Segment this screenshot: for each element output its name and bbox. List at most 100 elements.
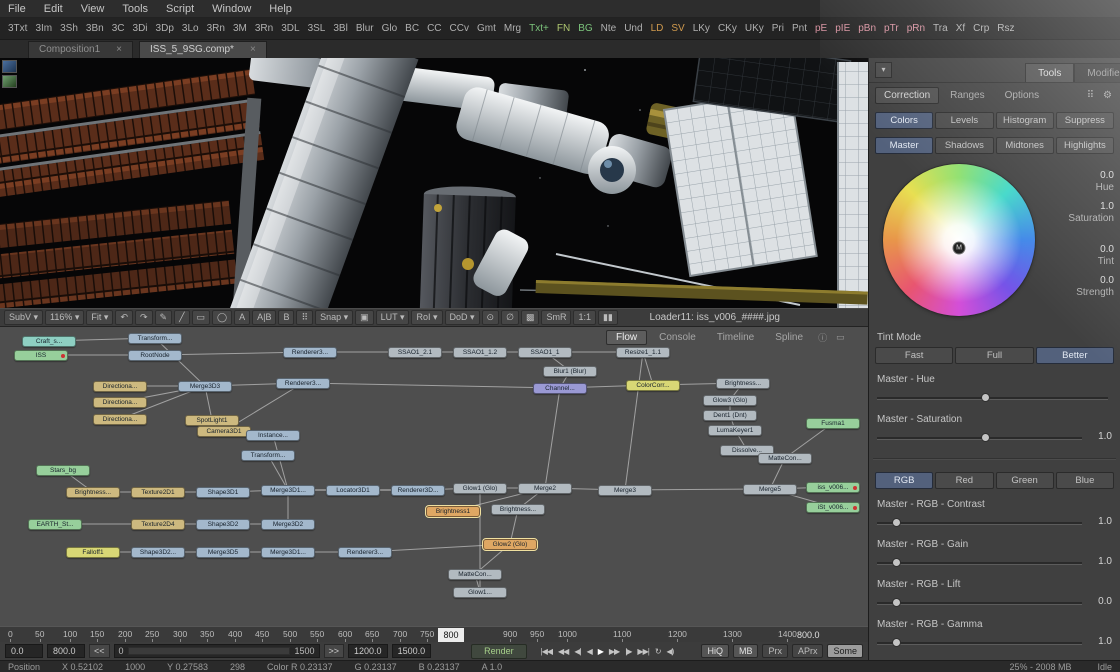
flow-node[interactable]: Shape3D1 [196,487,250,498]
play-reverse-button[interactable]: ◀ [587,647,592,656]
tool-FN[interactable]: FN [553,23,574,34]
fast-forward-button[interactable]: ▶▶ [609,647,619,656]
menu-edit[interactable]: Edit [44,3,63,15]
flow-node[interactable]: Merge3 [598,485,652,496]
range-midtones-button[interactable]: Midtones [996,137,1054,154]
flow-node[interactable]: iSt_v006... [806,502,860,513]
quality-prx[interactable]: Prx [762,644,788,658]
comp-tab[interactable]: ISS_5_9SG.comp*× [139,41,267,58]
quality-hiq[interactable]: HiQ [701,644,729,658]
channel-blue-button[interactable]: Blue [1056,472,1114,489]
menu-tools[interactable]: Tools [122,3,148,15]
flow-node[interactable]: Renderer3... [283,347,337,358]
loop-button[interactable]: ↻ [655,647,661,656]
flow-node[interactable]: Instance... [246,430,300,441]
tool-LKy[interactable]: LKy [689,23,714,34]
fast-reverse-button[interactable]: ◀◀ [558,647,568,656]
tool-Tra[interactable]: Tra [929,23,952,34]
range-shadows-button[interactable]: Shadows [935,137,993,154]
range-slider[interactable]: 0 1500 [114,644,320,658]
flow-node[interactable]: Texture2D4 [131,519,185,530]
playhead[interactable]: 800 [438,628,464,642]
flow-node[interactable]: Merge3D2 [261,519,315,530]
tool-3SL[interactable]: 3SL [304,23,330,34]
tool-3Rn[interactable]: 3Rn [251,23,277,34]
tool-Und[interactable]: Und [620,23,646,34]
flow-node[interactable]: Camera3D1 [197,426,251,437]
flow-node[interactable]: Renderer3D... [391,485,445,496]
flow-node[interactable]: Shape3D2 [196,519,250,530]
subview-menu[interactable]: SubV ▾ [4,310,43,325]
flow-node[interactable]: Glow2 (Glo) [483,539,537,550]
quality-mb[interactable]: MB [733,644,759,658]
pen-icon[interactable]: ✎ [155,310,173,325]
tool-3Dp[interactable]: 3Dp [152,23,178,34]
slider[interactable]: 1.0 [877,517,1112,529]
subtab-correction[interactable]: Correction [875,87,939,104]
roi-menu[interactable]: RoI ▾ [411,310,442,325]
dod-menu[interactable]: DoD ▾ [445,310,480,325]
tint-fast-button[interactable]: Fast [875,347,953,364]
flow-node[interactable]: Merge2 [518,483,572,494]
global-end-field[interactable]: 1500.0 [392,644,432,658]
slider-handle[interactable] [892,518,901,527]
tool-3Im[interactable]: 3Im [31,23,56,34]
go-end-button[interactable]: ▶▶| [637,647,648,656]
slider-handle[interactable] [892,598,901,607]
channel-red-button[interactable]: Red [935,472,993,489]
panel-tab-tools[interactable]: Tools [1025,63,1074,82]
zoom-menu[interactable]: 116% ▾ [45,310,84,325]
rect-icon[interactable]: ▭ [192,310,211,325]
render-start-field[interactable]: 800.0 [47,644,85,658]
flow-node[interactable]: Renderer3... [276,378,330,389]
flow-node[interactable]: Transform... [128,333,182,344]
color-wheel[interactable]: M [883,164,1035,316]
line-icon[interactable]: ╱ [174,310,189,325]
tool-CKy[interactable]: CKy [714,23,741,34]
flow-node[interactable]: Merge3D1... [261,547,315,558]
step-back-button[interactable]: ◀| [574,647,580,656]
flow-node[interactable]: Dent1 (Dnt) [703,410,757,421]
checker-icon[interactable]: ▩ [521,310,540,325]
flow-node[interactable]: Brightness... [66,487,120,498]
tool-3Sh[interactable]: 3Sh [56,23,82,34]
flow-node[interactable]: Shape3D2... [131,547,185,558]
flow-node[interactable]: Brightness... [491,504,545,515]
tool-3Di[interactable]: 3Di [129,23,152,34]
panel-tab-modifier[interactable]: Modifier [1074,63,1120,82]
tool-BG[interactable]: BG [574,23,596,34]
flow-node[interactable]: Channel... [533,383,587,394]
quality-aprx[interactable]: APrx [792,644,824,658]
slider-handle[interactable] [981,433,990,442]
tool-3Bl[interactable]: 3Bl [329,23,351,34]
mode-colors-button[interactable]: Colors [875,112,933,129]
tint-full-button[interactable]: Full [955,347,1033,364]
flow-node[interactable]: LumaKeyer1 [708,425,762,436]
tool-UKy[interactable]: UKy [741,23,768,34]
tool-pE[interactable]: pE [811,23,831,34]
menu-view[interactable]: View [81,3,105,15]
smr-button[interactable]: SmR [541,310,571,325]
flow-node[interactable]: Transform... [241,450,295,461]
menu-help[interactable]: Help [269,3,292,15]
slider[interactable]: 1.0 [877,432,1112,444]
slider-handle[interactable] [892,558,901,567]
slider[interactable]: 1.0 [877,637,1112,649]
flow-node[interactable]: MatteCon... [448,569,502,580]
range-master-button[interactable]: Master [875,137,933,154]
tool-Glo[interactable]: Glo [378,23,402,34]
flow-node[interactable]: SpotLight1 [185,415,239,426]
controls-grid-icon[interactable]: ⠿ [296,310,313,325]
subtab-options[interactable]: Options [996,87,1048,104]
viewer-layout-icon-2[interactable] [2,75,17,88]
gear-icon[interactable]: ⚙ [1103,90,1112,101]
flow-node[interactable]: Brightness... [716,378,770,389]
skip-back-button[interactable]: << [89,644,110,658]
flow-node[interactable]: Glow1 (Glo) [453,483,507,494]
slider-handle[interactable] [981,393,990,402]
options-grid-icon[interactable]: ⠿ [1087,90,1094,101]
flow-node[interactable]: Directiona... [93,381,147,392]
flow-node[interactable]: RootNode [128,350,182,361]
ellipse-icon[interactable]: ◯ [212,310,232,325]
view-ab-button[interactable]: A|B [252,310,276,325]
